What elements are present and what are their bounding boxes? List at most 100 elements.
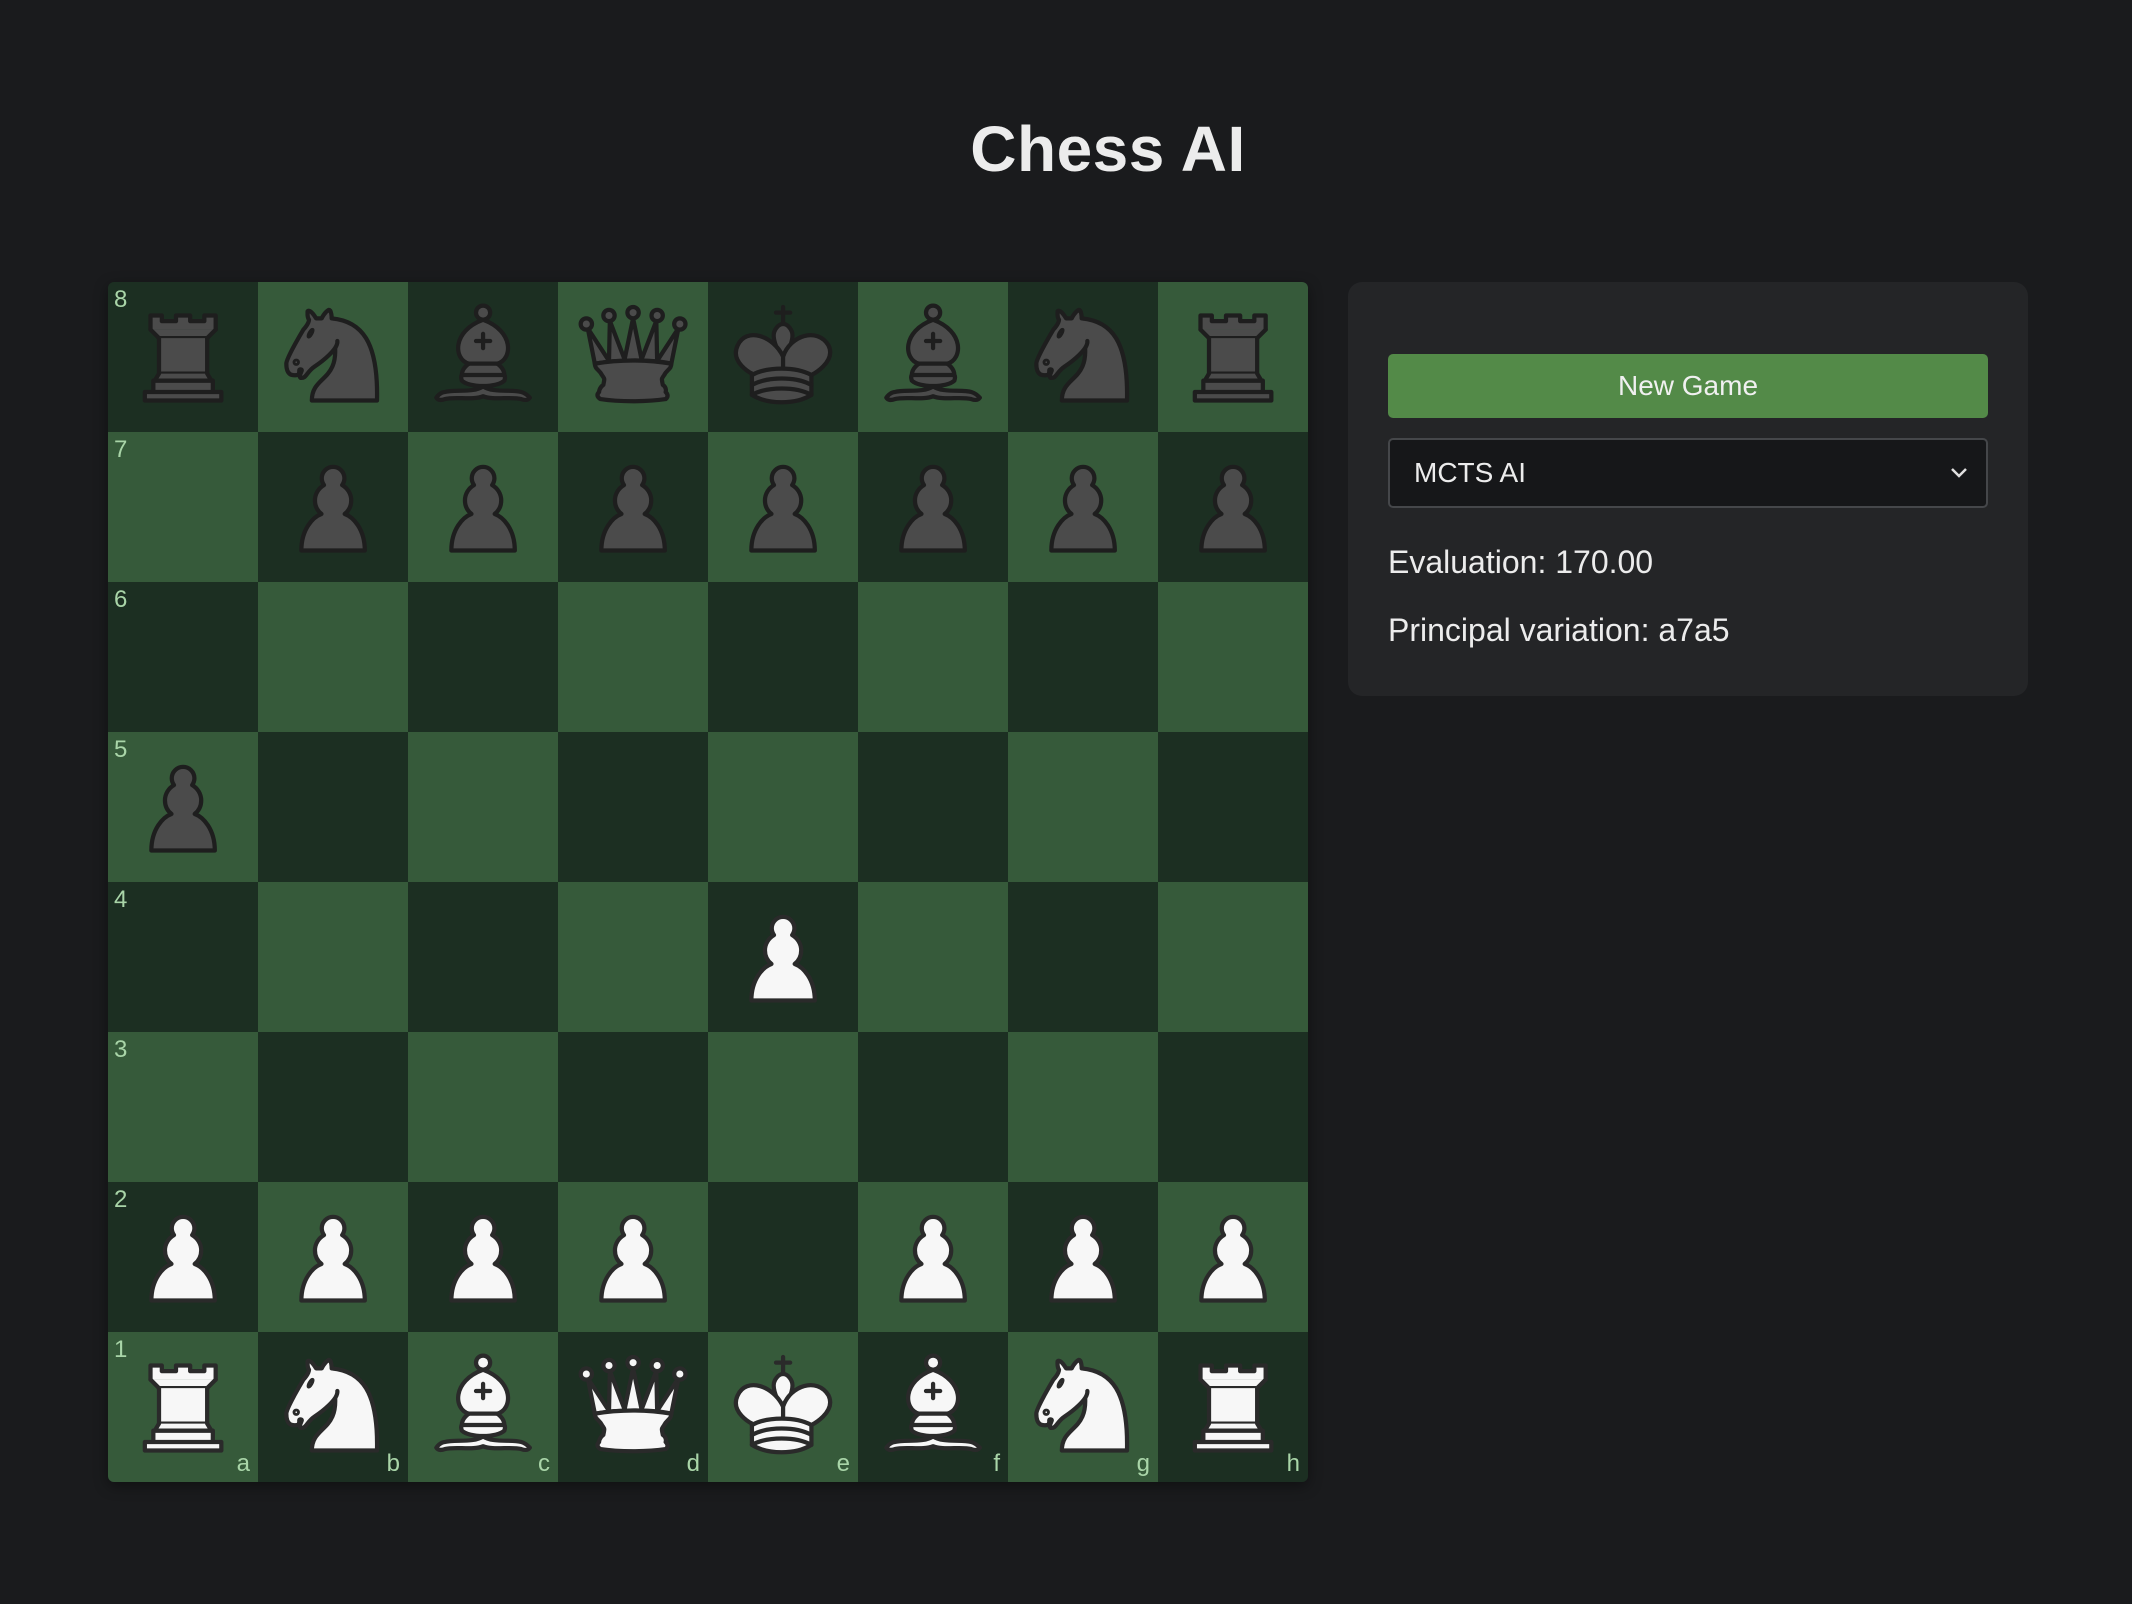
square-g1[interactable]: g (1008, 1332, 1158, 1482)
white-bishop-icon[interactable] (408, 1332, 558, 1482)
square-f7[interactable] (858, 432, 1008, 582)
square-a1[interactable]: 1a (108, 1332, 258, 1482)
white-bishop-icon[interactable] (858, 1332, 1008, 1482)
white-king-icon[interactable] (708, 1332, 858, 1482)
square-a3[interactable]: 3 (108, 1032, 258, 1182)
black-pawn-icon[interactable] (108, 732, 258, 882)
black-pawn-icon[interactable] (558, 432, 708, 582)
square-h7[interactable] (1158, 432, 1308, 582)
square-d4[interactable] (558, 882, 708, 1032)
black-pawn-icon[interactable] (1008, 432, 1158, 582)
black-rook-icon[interactable] (1158, 282, 1308, 432)
white-pawn-icon[interactable] (408, 1182, 558, 1332)
square-b6[interactable] (258, 582, 408, 732)
square-b8[interactable] (258, 282, 408, 432)
square-h6[interactable] (1158, 582, 1308, 732)
black-bishop-icon[interactable] (408, 282, 558, 432)
square-f4[interactable] (858, 882, 1008, 1032)
square-h3[interactable] (1158, 1032, 1308, 1182)
square-f1[interactable]: f (858, 1332, 1008, 1482)
white-pawn-icon[interactable] (558, 1182, 708, 1332)
white-rook-icon[interactable] (108, 1332, 258, 1482)
square-a7[interactable]: 7 (108, 432, 258, 582)
square-d5[interactable] (558, 732, 708, 882)
square-h5[interactable] (1158, 732, 1308, 882)
square-b2[interactable] (258, 1182, 408, 1332)
page: Chess AI 8 7 6 5 4 3 21abcdefgh New Game MCTS … (0, 0, 2132, 1604)
white-pawn-icon[interactable] (1158, 1182, 1308, 1332)
square-a5[interactable]: 5 (108, 732, 258, 882)
square-c3[interactable] (408, 1032, 558, 1182)
square-c8[interactable] (408, 282, 558, 432)
square-e4[interactable] (708, 882, 858, 1032)
square-g6[interactable] (1008, 582, 1158, 732)
square-a4[interactable]: 4 (108, 882, 258, 1032)
square-h2[interactable] (1158, 1182, 1308, 1332)
square-e3[interactable] (708, 1032, 858, 1182)
ai-select[interactable]: MCTS AI (1388, 438, 1988, 508)
square-f6[interactable] (858, 582, 1008, 732)
square-d2[interactable] (558, 1182, 708, 1332)
square-g4[interactable] (1008, 882, 1158, 1032)
white-pawn-icon[interactable] (108, 1182, 258, 1332)
square-g8[interactable] (1008, 282, 1158, 432)
square-b3[interactable] (258, 1032, 408, 1182)
square-d8[interactable] (558, 282, 708, 432)
square-c5[interactable] (408, 732, 558, 882)
black-king-icon[interactable] (708, 282, 858, 432)
square-h1[interactable]: h (1158, 1332, 1308, 1482)
white-pawn-icon[interactable] (858, 1182, 1008, 1332)
black-pawn-icon[interactable] (1158, 432, 1308, 582)
square-b5[interactable] (258, 732, 408, 882)
square-h8[interactable] (1158, 282, 1308, 432)
white-pawn-icon[interactable] (258, 1182, 408, 1332)
square-a2[interactable]: 2 (108, 1182, 258, 1332)
black-pawn-icon[interactable] (258, 432, 408, 582)
square-e8[interactable] (708, 282, 858, 432)
square-a6[interactable]: 6 (108, 582, 258, 732)
square-e2[interactable] (708, 1182, 858, 1332)
square-c2[interactable] (408, 1182, 558, 1332)
square-f5[interactable] (858, 732, 1008, 882)
black-bishop-icon[interactable] (858, 282, 1008, 432)
square-a8[interactable]: 8 (108, 282, 258, 432)
white-queen-icon[interactable] (558, 1332, 708, 1482)
square-c6[interactable] (408, 582, 558, 732)
black-pawn-icon[interactable] (708, 432, 858, 582)
square-f3[interactable] (858, 1032, 1008, 1182)
square-c7[interactable] (408, 432, 558, 582)
white-pawn-icon[interactable] (1008, 1182, 1158, 1332)
square-b7[interactable] (258, 432, 408, 582)
white-knight-icon[interactable] (258, 1332, 408, 1482)
square-h4[interactable] (1158, 882, 1308, 1032)
chess-board[interactable]: 8 7 6 5 4 3 21abcdefgh (108, 282, 1308, 1482)
black-pawn-icon[interactable] (408, 432, 558, 582)
square-d3[interactable] (558, 1032, 708, 1182)
new-game-button[interactable]: New Game (1388, 354, 1988, 418)
square-d7[interactable] (558, 432, 708, 582)
square-e7[interactable] (708, 432, 858, 582)
square-d6[interactable] (558, 582, 708, 732)
square-c1[interactable]: c (408, 1332, 558, 1482)
square-e6[interactable] (708, 582, 858, 732)
white-knight-icon[interactable] (1008, 1332, 1158, 1482)
white-rook-icon[interactable] (1158, 1332, 1308, 1482)
square-g3[interactable] (1008, 1032, 1158, 1182)
square-e1[interactable]: e (708, 1332, 858, 1482)
square-b1[interactable]: b (258, 1332, 408, 1482)
square-g5[interactable] (1008, 732, 1158, 882)
square-b4[interactable] (258, 882, 408, 1032)
black-pawn-icon[interactable] (858, 432, 1008, 582)
square-f8[interactable] (858, 282, 1008, 432)
white-pawn-icon[interactable] (708, 882, 858, 1032)
square-g2[interactable] (1008, 1182, 1158, 1332)
black-knight-icon[interactable] (258, 282, 408, 432)
square-g7[interactable] (1008, 432, 1158, 582)
square-e5[interactable] (708, 732, 858, 882)
black-queen-icon[interactable] (558, 282, 708, 432)
black-rook-icon[interactable] (108, 282, 258, 432)
black-knight-icon[interactable] (1008, 282, 1158, 432)
square-f2[interactable] (858, 1182, 1008, 1332)
square-c4[interactable] (408, 882, 558, 1032)
square-d1[interactable]: d (558, 1332, 708, 1482)
